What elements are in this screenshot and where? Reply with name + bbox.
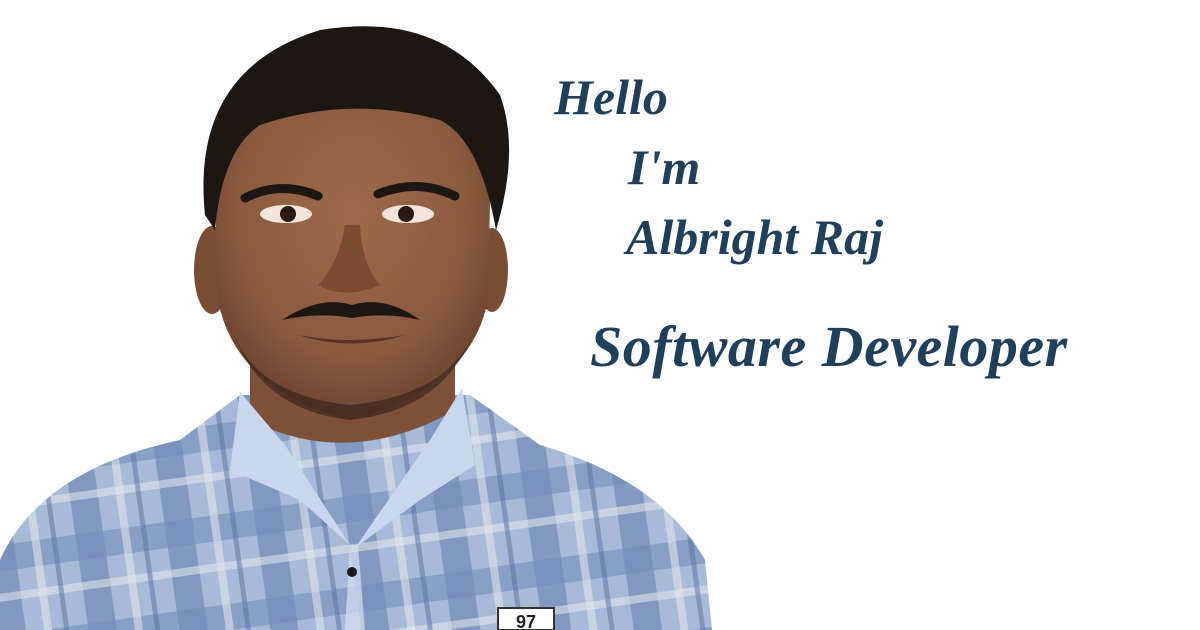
shirt-badge: 97 <box>497 607 555 630</box>
person-name: Albright Raj <box>626 209 884 265</box>
svg-text:97: 97 <box>516 612 536 630</box>
job-title: Software Developer <box>590 314 1068 379</box>
greeting-hello: Hello <box>554 69 668 125</box>
shirt-button <box>347 567 357 577</box>
greeting-im: I'm <box>628 139 701 195</box>
